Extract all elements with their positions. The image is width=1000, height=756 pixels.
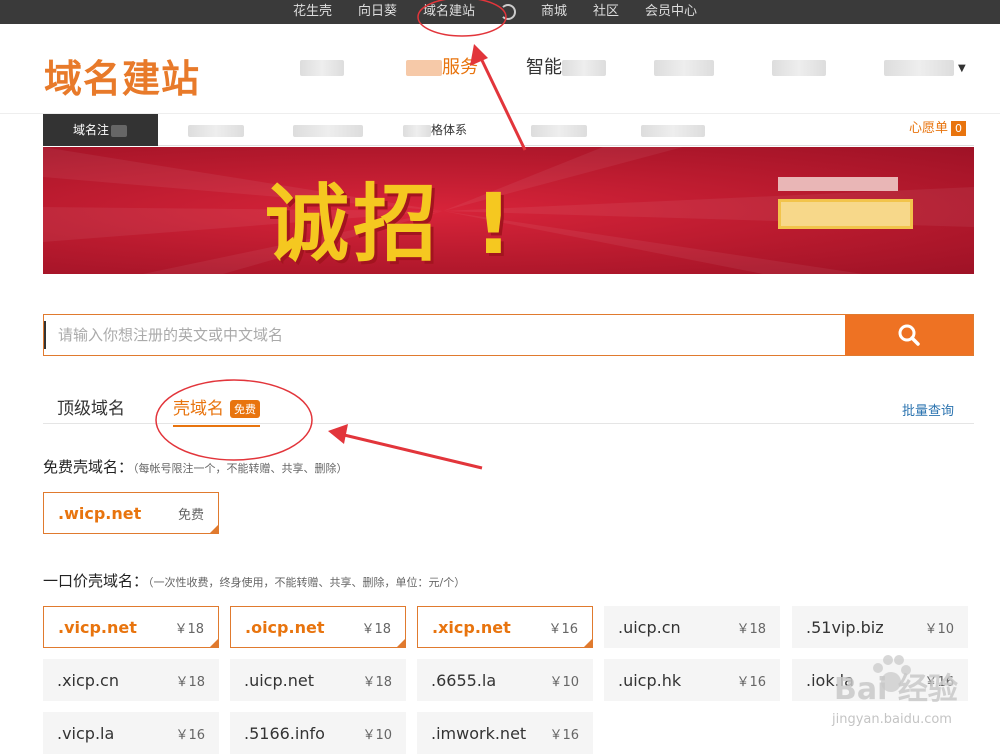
batch-query-link[interactable]: 批量查询: [902, 400, 954, 419]
domain-name: .oicp.net: [245, 617, 325, 637]
domain-price: ￥18: [361, 621, 391, 637]
subnav-tab-blurred[interactable]: [188, 114, 244, 146]
domain-price: ￥18: [174, 621, 204, 637]
domain-card[interactable]: .imwork.net ￥16: [417, 712, 593, 754]
free-badge: 免费: [230, 400, 260, 418]
domain-search-input[interactable]: [44, 321, 845, 349]
topbar-link-xiangrikui[interactable]: 向日葵: [345, 0, 410, 24]
domain-card[interactable]: .uicp.net ￥18: [230, 659, 406, 701]
free-section-title: 免费壳域名：（每帐号限注一个，不能转赠、共享、删除）: [43, 456, 348, 477]
tab-top-level-domain[interactable]: 顶级域名: [57, 394, 125, 419]
domain-name: .imwork.net: [431, 723, 527, 743]
wishlist-count-badge: 0: [951, 121, 966, 136]
domain-search: [43, 314, 974, 356]
subnav-tab-domain[interactable]: 域名注: [43, 114, 158, 146]
baidu-watermark: Bai 经验 jingyan.baidu.com: [814, 650, 964, 740]
domain-card[interactable]: .6655.la ￥10: [417, 659, 593, 701]
domain-price: ￥18: [362, 674, 392, 690]
arrow-head-icon: [328, 424, 348, 444]
topbar-link-huashengke[interactable]: 花生壳: [280, 0, 345, 24]
domain-name: .uicp.hk: [618, 670, 682, 690]
topbar-link-domain[interactable]: 域名建站: [410, 0, 488, 24]
domain-name: .uicp.net: [244, 670, 314, 690]
domain-name: .vicp.net: [58, 617, 137, 637]
paid-section-heading: 一口价壳域名：: [43, 572, 149, 590]
search-button[interactable]: [845, 315, 973, 355]
topbar-link-community[interactable]: 社区: [580, 0, 632, 24]
domain-card[interactable]: .vicp.la ￥16: [43, 712, 219, 754]
main-nav: 服务 智能 ▼: [300, 54, 966, 82]
blurred-nav-item[interactable]: [884, 60, 954, 76]
sub-nav: 域名注 格体系 心愿单 0: [43, 114, 974, 146]
topbar-link-member[interactable]: 会员中心: [632, 0, 710, 24]
domain-price: 免费: [177, 507, 204, 523]
domain-name: .5166.info: [244, 723, 325, 743]
blurred-nav-item: [562, 60, 606, 76]
chevron-down-icon[interactable]: ▼: [958, 63, 966, 74]
domain-card[interactable]: .5166.info ￥10: [230, 712, 406, 754]
domain-price: ￥10: [924, 621, 954, 637]
tab-shell-label: 壳域名: [173, 399, 224, 419]
top-bar: 花生壳 向日葵 域名建站 商城 社区 会员中心: [0, 0, 1000, 24]
paid-section-title: 一口价壳域名：（一次性收费，终身使用，不能转赠、共享、删除，单位：元/个）: [43, 570, 465, 591]
free-section-note: （每帐号限注一个，不能转赠、共享、删除）: [133, 462, 348, 475]
domain-price: ￥10: [549, 674, 579, 690]
blurred-nav-item: [406, 60, 442, 76]
domain-name: .6655.la: [431, 670, 497, 690]
wishlist-link[interactable]: 心愿单 0: [909, 114, 966, 144]
subnav-tab-pricing[interactable]: 格体系: [403, 114, 467, 146]
subnav-tab-label: 域名注: [73, 123, 110, 137]
banner-headline: 诚招 !: [265, 175, 517, 273]
promo-banner[interactable]: 诚招 !: [43, 147, 974, 274]
blurred-nav-item[interactable]: [654, 60, 714, 76]
domain-name: .wicp.net: [58, 503, 142, 523]
domain-type-tabs: 顶级域名 壳域名 免费 批量查询: [43, 386, 974, 427]
domain-card[interactable]: .oicp.net ￥18: [230, 606, 406, 648]
blurred-text: [111, 124, 128, 137]
domain-price: ￥10: [362, 727, 392, 743]
free-section-heading: 免费壳域名：: [43, 458, 134, 476]
site-header: 域名建站 服务 智能 ▼: [0, 24, 1000, 114]
domain-name: .uicp.cn: [618, 617, 681, 637]
refresh-icon[interactable]: [500, 4, 516, 20]
domain-name: .vicp.la: [57, 723, 115, 743]
site-logo[interactable]: 域名建站: [44, 48, 200, 103]
banner-promo-block: [778, 177, 918, 247]
annotation-arrow: [339, 432, 483, 470]
subnav-tab-blurred[interactable]: [293, 114, 363, 146]
watermark-brand: Bai 经验: [834, 672, 958, 707]
domain-price: ￥16: [548, 621, 578, 637]
subnav-tab-blurred[interactable]: [641, 114, 705, 146]
paid-section-note: （一次性收费，终身使用，不能转赠、共享、删除，单位：元/个）: [148, 576, 466, 589]
domain-card[interactable]: .xicp.net ￥16: [417, 606, 593, 648]
subnav-tab-label: 格体系: [431, 123, 468, 137]
domain-price: ￥16: [736, 674, 766, 690]
blurred-nav-item[interactable]: [300, 60, 344, 76]
domain-card-wicp[interactable]: .wicp.net 免费: [43, 492, 219, 534]
watermark-url: jingyan.baidu.com: [832, 712, 952, 727]
domain-price: ￥16: [549, 727, 579, 743]
domain-card[interactable]: .xicp.cn ￥18: [43, 659, 219, 701]
nav-item-service[interactable]: 服务: [442, 54, 478, 82]
domain-card[interactable]: .51vip.biz ￥10: [792, 606, 968, 648]
blurred-nav-item[interactable]: [772, 60, 826, 76]
subnav-tab-blurred[interactable]: [531, 114, 587, 146]
search-icon: [898, 324, 920, 346]
domain-card[interactable]: .uicp.hk ￥16: [604, 659, 780, 701]
domain-price: ￥18: [736, 621, 766, 637]
domain-price: ￥16: [175, 727, 205, 743]
domain-name: .51vip.biz: [806, 617, 884, 637]
domain-name: .xicp.net: [432, 617, 511, 637]
domain-price: ￥18: [175, 674, 205, 690]
wishlist-label: 心愿单: [908, 121, 948, 136]
domain-card[interactable]: .vicp.net ￥18: [43, 606, 219, 648]
domain-name: .xicp.cn: [57, 670, 119, 690]
nav-item-smart[interactable]: 智能: [526, 54, 562, 82]
domain-card[interactable]: .uicp.cn ￥18: [604, 606, 780, 648]
topbar-link-shop[interactable]: 商城: [528, 0, 580, 24]
tab-shell-domain[interactable]: 壳域名 免费: [173, 394, 260, 427]
